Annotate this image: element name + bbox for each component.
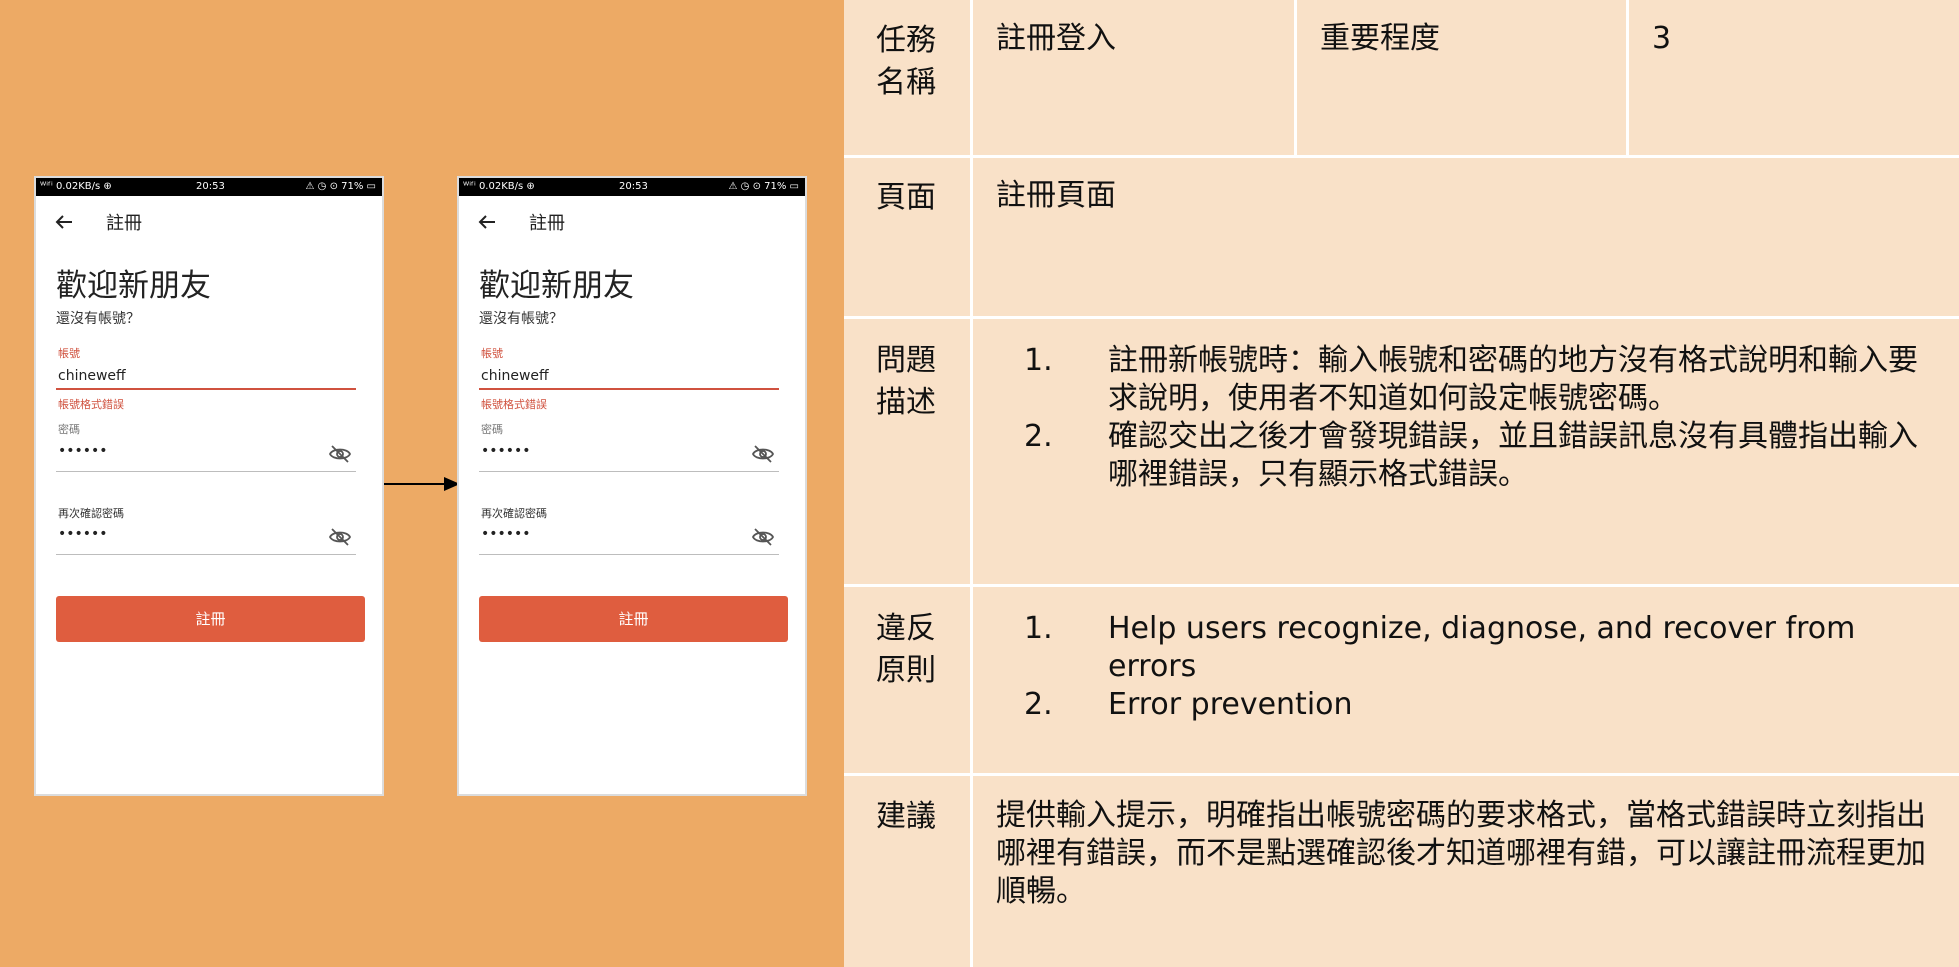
- back-arrow-icon[interactable]: [475, 210, 499, 234]
- phone-screenshot-after: ᵂⁱᶠⁱ 0.02KB/s ⊕ 20:53 ⚠ ◷ ⊙ 71% ▭ 註冊 歡迎新…: [457, 176, 807, 796]
- confirm-password-field[interactable]: ••••••: [481, 526, 531, 542]
- suggestion-header: 建議: [876, 799, 936, 834]
- heuristic-evaluation-table: 任務 名稱 註冊登入 重要程度 3 頁面 註冊頁面 問題 描述 1. 註冊新帳號…: [844, 0, 1959, 967]
- list-number: 2.: [1024, 687, 1053, 722]
- list-item: 1. Help users recognize, diagnose, and r…: [1024, 610, 1944, 686]
- app-bar: 註冊: [36, 196, 382, 246]
- status-icons: ⚠ ◷ ⊙ 71% ▭: [305, 181, 376, 192]
- row-divider: [844, 584, 1959, 587]
- confirm-password-underline: [479, 554, 779, 555]
- account-error-text: 帳號格式錯誤: [481, 398, 547, 411]
- account-field[interactable]: chineweff: [481, 368, 549, 384]
- row-divider: [844, 316, 1959, 319]
- phone-screenshot-before: ᵂⁱᶠⁱ 0.02KB/s ⊕ 20:53 ⚠ ◷ ⊙ 71% ▭ 註冊 歡迎新…: [34, 176, 384, 796]
- subtitle: 還沒有帳號？: [479, 311, 563, 327]
- confirm-password-label: 再次確認密碼: [58, 507, 124, 520]
- list-item: 2. 確認交出之後才會發現錯誤，並且錯誤訊息沒有具體指出輸入哪裡錯誤，只有顯示格…: [1024, 418, 1944, 494]
- page-header: 頁面: [876, 180, 936, 215]
- flow-arrow-icon: [384, 477, 460, 491]
- list-text: 註冊新帳號時：輸入帳號和密碼的地方沒有格式說明和輸入要求說明，使用者不知道如何設…: [1108, 343, 1918, 416]
- violation-header: 違反 原則: [876, 611, 936, 688]
- account-underline: [56, 388, 356, 390]
- list-text: Error prevention: [1108, 687, 1353, 722]
- row-divider: [844, 155, 1959, 158]
- register-button[interactable]: 註冊: [479, 596, 788, 642]
- page-value: 註冊頁面: [996, 178, 1116, 213]
- status-bar: ᵂⁱᶠⁱ 0.02KB/s ⊕ 20:53 ⚠ ◷ ⊙ 71% ▭: [36, 178, 382, 196]
- list-number: 1.: [1024, 343, 1053, 378]
- confirm-password-label: 再次確認密碼: [481, 507, 547, 520]
- account-label: 帳號: [58, 347, 80, 360]
- problem-header: 問題 描述: [876, 343, 936, 420]
- list-text: Help users recognize, diagnose, and reco…: [1108, 611, 1856, 684]
- app-bar: 註冊: [459, 196, 805, 246]
- confirm-password-underline: [56, 554, 356, 555]
- confirm-password-field[interactable]: ••••••: [58, 526, 108, 542]
- password-label: 密碼: [58, 423, 80, 436]
- password-underline: [56, 471, 356, 472]
- eye-off-icon[interactable]: [328, 525, 352, 549]
- eye-off-icon[interactable]: [328, 442, 352, 466]
- account-field[interactable]: chineweff: [58, 368, 126, 384]
- violation-list: 1. Help users recognize, diagnose, and r…: [1024, 610, 1944, 724]
- password-field[interactable]: ••••••: [481, 443, 531, 459]
- password-field[interactable]: ••••••: [58, 443, 108, 459]
- register-button[interactable]: 註冊: [56, 596, 365, 642]
- importance-header: 重要程度: [1320, 21, 1440, 56]
- list-number: 2.: [1024, 419, 1053, 454]
- password-underline: [479, 471, 779, 472]
- column-divider: [1626, 0, 1629, 156]
- status-time: 20:53: [619, 181, 648, 192]
- app-title: 註冊: [529, 213, 565, 234]
- welcome-heading: 歡迎新朋友: [56, 268, 211, 304]
- task-name-header: 任務 名稱: [876, 23, 936, 100]
- status-time: 20:53: [196, 181, 225, 192]
- back-arrow-icon[interactable]: [52, 210, 76, 234]
- account-underline: [479, 388, 779, 390]
- importance-value: 3: [1652, 21, 1672, 56]
- problem-list: 1. 註冊新帳號時：輸入帳號和密碼的地方沒有格式說明和輸入要求說明，使用者不知道…: [1024, 342, 1944, 494]
- eye-off-icon[interactable]: [751, 442, 775, 466]
- welcome-heading: 歡迎新朋友: [479, 268, 634, 304]
- password-label: 密碼: [481, 423, 503, 436]
- suggestion-value: 提供輸入提示，明確指出帳號密碼的要求格式，當格式錯誤時立刻指出哪裡有錯誤，而不是…: [996, 798, 1926, 909]
- account-error-text: 帳號格式錯誤: [58, 398, 124, 411]
- status-bar: ᵂⁱᶠⁱ 0.02KB/s ⊕ 20:53 ⚠ ◷ ⊙ 71% ▭: [459, 178, 805, 196]
- column-divider: [1294, 0, 1297, 156]
- subtitle: 還沒有帳號？: [56, 311, 140, 327]
- status-network: ᵂⁱᶠⁱ 0.02KB/s ⊕: [463, 181, 535, 192]
- list-text: 確認交出之後才會發現錯誤，並且錯誤訊息沒有具體指出輸入哪裡錯誤，只有顯示格式錯誤…: [1108, 419, 1918, 492]
- status-network: ᵂⁱᶠⁱ 0.02KB/s ⊕: [40, 181, 112, 192]
- app-title: 註冊: [106, 213, 142, 234]
- row-divider: [844, 773, 1959, 776]
- column-divider: [970, 0, 973, 967]
- list-item: 2. Error prevention: [1024, 686, 1944, 724]
- status-icons: ⚠ ◷ ⊙ 71% ▭: [728, 181, 799, 192]
- list-item: 1. 註冊新帳號時：輸入帳號和密碼的地方沒有格式說明和輸入要求說明，使用者不知道…: [1024, 342, 1944, 418]
- eye-off-icon[interactable]: [751, 525, 775, 549]
- task-name-value: 註冊登入: [996, 21, 1116, 56]
- list-number: 1.: [1024, 611, 1053, 646]
- account-label: 帳號: [481, 347, 503, 360]
